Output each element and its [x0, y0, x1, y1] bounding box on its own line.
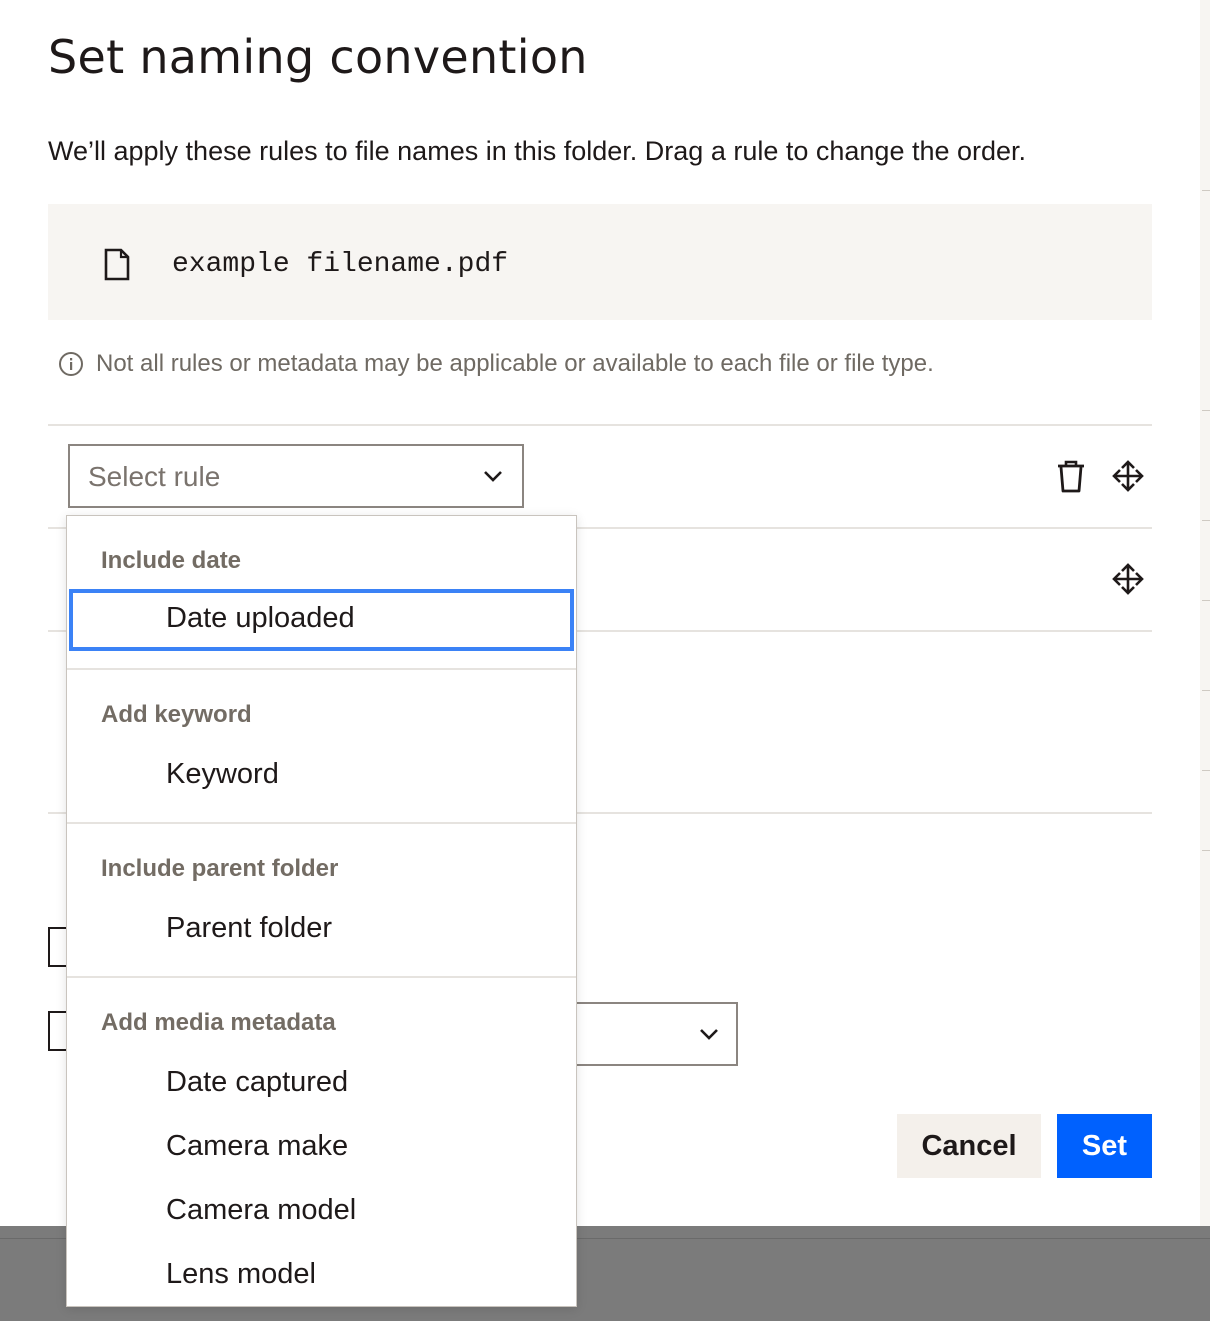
chevron-down-icon	[484, 471, 502, 482]
menu-item-label: Camera model	[166, 1194, 357, 1226]
menu-group-label-add-keyword: Add keyword	[101, 701, 252, 728]
drag-move-icon[interactable]	[1111, 459, 1145, 493]
menu-item-label: Keyword	[166, 758, 279, 790]
preview-filename: example filename.pdf	[172, 249, 509, 280]
set-button[interactable]: Set	[1057, 1114, 1152, 1178]
dialog-title: Set naming convention	[48, 30, 588, 84]
cancel-button[interactable]: Cancel	[897, 1114, 1041, 1178]
trash-icon[interactable]	[1055, 458, 1087, 494]
filename-preview: example filename.pdf	[48, 204, 1152, 320]
menu-item-label: Camera make	[166, 1130, 349, 1162]
menu-item-date-uploaded[interactable]: Date uploaded	[69, 589, 574, 651]
menu-item-label: Date captured	[166, 1066, 349, 1098]
menu-item-camera-model[interactable]: Camera model	[69, 1181, 574, 1243]
info-icon	[59, 352, 83, 376]
menu-item-parent-folder[interactable]: Parent folder	[69, 899, 574, 961]
menu-item-label: Lens model	[166, 1258, 316, 1290]
menu-item-keyword[interactable]: Keyword	[69, 745, 574, 807]
menu-item-label: Parent folder	[166, 912, 333, 944]
menu-item-lens-model[interactable]: Lens model	[69, 1245, 574, 1307]
rule-dropdown-menu: Include date Date uploaded Add keyword K…	[66, 515, 577, 1307]
menu-separator	[67, 822, 576, 824]
file-icon	[104, 248, 130, 281]
menu-group-label-include-date: Include date	[101, 547, 242, 574]
separator-select[interactable]	[560, 1002, 738, 1066]
menu-group-label-include-parent-folder: Include parent folder	[101, 855, 339, 882]
dialog-subtitle: We’ll apply these rules to file names in…	[48, 136, 1027, 166]
chevron-down-icon	[700, 1029, 718, 1040]
background-app-edge	[1200, 0, 1210, 1226]
menu-item-label: Date uploaded	[166, 602, 355, 634]
menu-group-label-add-media-metadata: Add media metadata	[101, 1009, 336, 1036]
drag-move-icon[interactable]	[1111, 562, 1145, 596]
rule-select-placeholder: Select rule	[88, 461, 221, 492]
menu-item-camera-make[interactable]: Camera make	[69, 1117, 574, 1179]
menu-separator	[67, 976, 576, 978]
menu-item-date-captured[interactable]: Date captured	[69, 1053, 574, 1115]
notice-text: Not all rules or metadata may be applica…	[96, 350, 934, 377]
rules-top-divider	[48, 424, 1152, 426]
rule-select[interactable]: Select rule	[68, 444, 524, 508]
menu-separator	[67, 668, 576, 670]
applicability-notice: Not all rules or metadata may be applica…	[58, 350, 934, 378]
